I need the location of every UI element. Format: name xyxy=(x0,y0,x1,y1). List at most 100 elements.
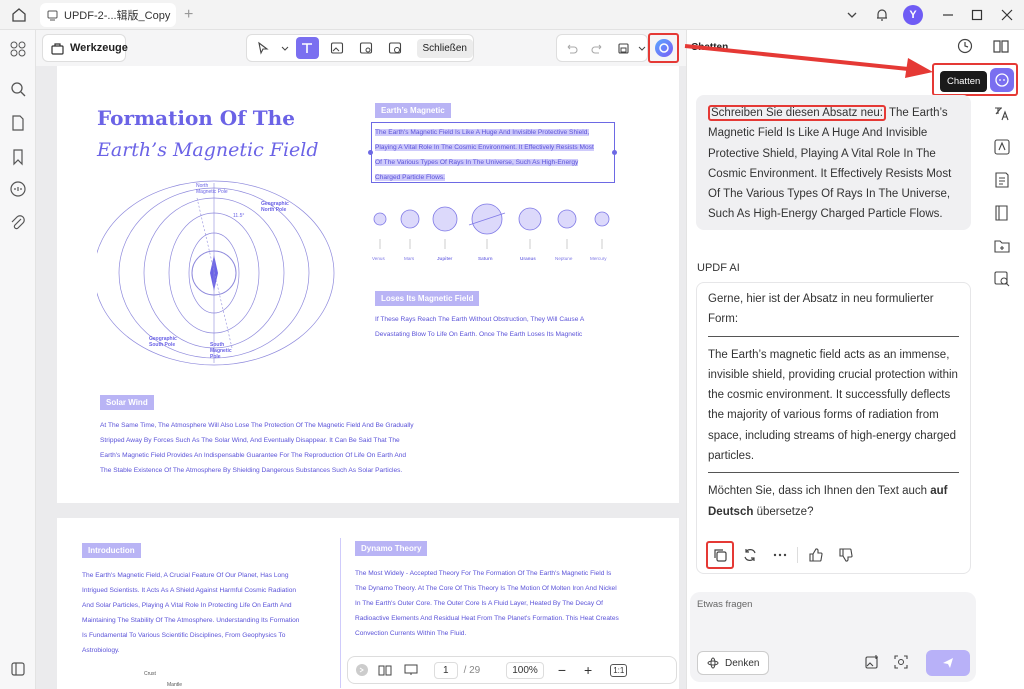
zoom-in-button[interactable]: + xyxy=(584,662,592,678)
text-tool-button[interactable] xyxy=(295,37,319,59)
zoom-level-box[interactable]: 100% xyxy=(506,661,544,679)
book-icon[interactable] xyxy=(992,38,1010,54)
close-window-icon[interactable] xyxy=(996,4,1018,26)
redo-icon[interactable] xyxy=(587,37,609,59)
summarize-icon[interactable] xyxy=(993,171,1011,189)
bell-icon[interactable] xyxy=(871,4,893,26)
planet-labels: Venus Mars Jupiter Saturn Uranus Neptune… xyxy=(367,256,623,266)
comment-icon[interactable] xyxy=(9,180,27,198)
planet-label-mars: Mars xyxy=(404,256,415,261)
history-tools-group xyxy=(556,34,648,62)
introduction-heading: Introduction xyxy=(82,543,141,558)
fit-page-button[interactable]: 1:1 xyxy=(610,663,628,677)
watermark-tool-button[interactable] xyxy=(383,37,406,59)
ai-response-question: Möchten Sie, dass ich Ihnen den Text auc… xyxy=(708,485,948,518)
title-bar: UPDF-2-...辑版_Copy + Y xyxy=(0,0,1024,30)
folder-add-icon[interactable] xyxy=(993,237,1011,255)
left-sidebar xyxy=(0,30,36,689)
think-button[interactable]: Denken xyxy=(697,651,770,675)
chevron-down-icon[interactable] xyxy=(280,37,290,59)
intro-line-5: Is Fundamental To Various Scientific Dis… xyxy=(82,632,286,639)
document-tab-icon xyxy=(47,10,58,21)
dynamo-line-2: The Dynamo Theory. At The Core Of This T… xyxy=(355,585,617,592)
north-magnetic-label: North Magnetic Pole xyxy=(196,183,228,195)
selection-handle-left[interactable] xyxy=(368,150,373,155)
bookmark-icon[interactable] xyxy=(9,148,27,166)
south-magnetic-label: South Magnetic Pole xyxy=(210,342,232,360)
grid-icon[interactable] xyxy=(9,40,27,58)
pages-icon[interactable] xyxy=(9,114,27,132)
reading-mode-icon[interactable] xyxy=(378,664,392,676)
divider xyxy=(708,335,959,337)
home-icon[interactable] xyxy=(11,7,27,23)
solar-wind-text: At The Same Time, The Atmosphere Will Al… xyxy=(100,418,414,478)
explain-icon[interactable] xyxy=(993,138,1011,156)
image-tool-button[interactable] xyxy=(325,37,348,59)
earths-magnetic-line-1: The Earth's Magnetic Field Is Like A Hug… xyxy=(375,129,590,136)
history-icon[interactable] xyxy=(957,38,973,54)
intro-line-3: And Solar Particles, Playing A Vital Rol… xyxy=(82,602,292,609)
chat-tab-button[interactable] xyxy=(990,68,1014,92)
send-button[interactable] xyxy=(926,650,970,676)
thumbs-down-icon[interactable] xyxy=(838,547,854,563)
earths-magnetic-line-3: Of The Various Types Of Rays In The Univ… xyxy=(375,159,579,166)
tools-button-label: Werkzeuge xyxy=(70,42,128,54)
attachment-icon[interactable] xyxy=(9,214,27,232)
new-tab-icon[interactable]: + xyxy=(184,6,193,24)
undo-icon[interactable] xyxy=(561,37,583,59)
chat-input[interactable]: Etwas fragen xyxy=(697,599,967,643)
ai-assistant-icon[interactable] xyxy=(654,38,674,58)
document-viewer[interactable]: Formation Of The Earth’s Magnetic Field … xyxy=(36,66,686,689)
zoom-out-button[interactable]: − xyxy=(558,662,566,678)
avatar[interactable]: Y xyxy=(903,5,923,25)
chevron-left-icon[interactable] xyxy=(356,664,368,676)
more-options-icon[interactable] xyxy=(772,547,788,563)
regenerate-icon[interactable] xyxy=(742,547,758,563)
thumbs-up-icon[interactable] xyxy=(808,547,824,563)
planets-row xyxy=(370,201,620,261)
action-divider xyxy=(797,547,798,563)
link-tool-button[interactable] xyxy=(354,37,377,59)
translate-icon[interactable] xyxy=(993,105,1011,123)
copy-icon[interactable] xyxy=(712,547,728,563)
select-tool-button[interactable] xyxy=(251,37,274,59)
page-navigation-bar: 1 / 29 100% − + 1:1 xyxy=(347,656,677,684)
ai-response-label: UPDF AI xyxy=(697,262,740,274)
add-image-icon[interactable] xyxy=(864,654,880,670)
chat-input-box: Etwas fragen Denken xyxy=(690,592,976,682)
selected-text-box[interactable]: The Earth's Magnetic Field Is Like A Hug… xyxy=(371,122,615,183)
toolbox-icon xyxy=(51,42,64,55)
knowledge-book-icon[interactable] xyxy=(993,204,1011,222)
presentation-icon[interactable] xyxy=(404,664,418,676)
dynamo-text: The Most Widely - Accepted Theory For Th… xyxy=(355,566,619,641)
close-edit-button[interactable]: Schließen xyxy=(416,38,473,58)
maximize-icon[interactable] xyxy=(966,4,988,26)
dynamo-line-1: The Most Widely - Accepted Theory For Th… xyxy=(355,570,612,577)
image-search-icon[interactable] xyxy=(993,270,1011,288)
think-button-label: Denken xyxy=(725,657,760,669)
dynamo-heading: Dynamo Theory xyxy=(355,541,428,556)
document-tab-title: UPDF-2-...辑版_Copy xyxy=(64,10,171,22)
chevron-down-icon[interactable] xyxy=(638,37,647,59)
layers-icon[interactable] xyxy=(9,660,27,678)
solar-line-4: The Stable Existence Of The Atmosphere B… xyxy=(100,467,403,474)
introduction-text: The Earth's Magnetic Field, A Crucial Fe… xyxy=(82,568,299,658)
earths-magnetic-line-4: Charged Particle Flows. xyxy=(375,174,445,181)
ai-response-body: The Earth’s magnetic field acts as an im… xyxy=(708,348,958,463)
minimize-icon[interactable] xyxy=(937,4,959,26)
planet-label-uranus: Uranus xyxy=(520,256,536,261)
search-icon[interactable] xyxy=(9,80,27,98)
screenshot-icon[interactable] xyxy=(893,654,909,670)
chat-tooltip: Chatten xyxy=(940,71,988,92)
chevron-down-icon[interactable] xyxy=(841,4,863,26)
edit-tools-group: Schließen xyxy=(246,34,474,62)
loses-line-2: Devastating Blow To Life On Earth. Once … xyxy=(375,331,583,338)
earths-magnetic-heading: Earth’s Magnetic xyxy=(375,103,451,118)
tools-button[interactable]: Werkzeuge xyxy=(42,34,128,62)
document-tab[interactable]: UPDF-2-...辑版_Copy xyxy=(40,3,176,27)
ai-response-card: Gerne, hier ist der Absatz in neu formul… xyxy=(696,282,971,574)
planet-label-venus: Venus xyxy=(372,256,385,261)
selection-handle-right[interactable] xyxy=(612,150,617,155)
save-icon[interactable] xyxy=(612,37,634,59)
page-number-input[interactable]: 1 xyxy=(434,661,458,679)
